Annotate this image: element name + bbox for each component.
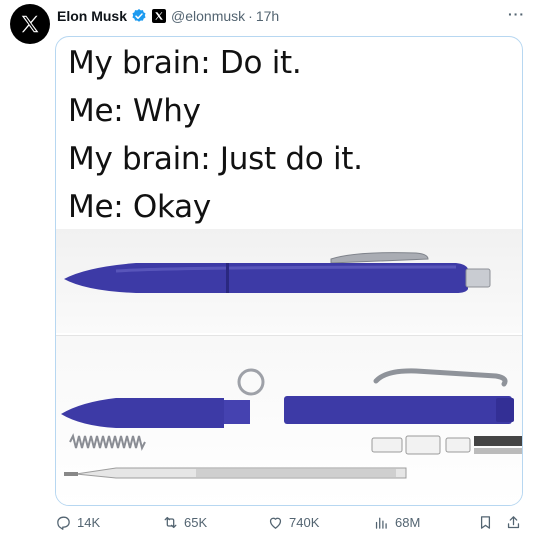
disassembled-pen-photo bbox=[56, 335, 522, 505]
meme-line-2: Me: Why bbox=[68, 93, 201, 129]
meme-line-1: My brain: Do it. bbox=[68, 45, 302, 81]
like-count: 740K bbox=[289, 515, 320, 530]
tweet-media-image[interactable]: My brain: Do it. Me: Why My brain: Just … bbox=[55, 36, 523, 506]
timestamp[interactable]: 17h bbox=[256, 8, 279, 24]
meme-caption: My brain: Do it. Me: Why My brain: Just … bbox=[68, 39, 363, 231]
repost-button[interactable]: 65K bbox=[162, 514, 207, 531]
views-button[interactable]: 68M bbox=[373, 514, 420, 531]
bookmark-button[interactable] bbox=[477, 514, 494, 531]
disassembled-pen-illustration bbox=[61, 368, 522, 479]
bookmark-icon bbox=[480, 516, 491, 529]
reply-count: 14K bbox=[77, 515, 101, 530]
views-icon bbox=[375, 517, 387, 529]
meme-line-3: My brain: Just do it. bbox=[68, 141, 363, 177]
verified-badge-icon bbox=[131, 8, 147, 24]
reply-icon bbox=[57, 516, 70, 530]
like-button[interactable]: 740K bbox=[267, 514, 319, 531]
reply-button[interactable]: 14K bbox=[55, 514, 100, 531]
tweet-action-bar: 14K 65K 740K 68M bbox=[55, 512, 525, 534]
tweet-header: Elon Musk @elonmusk · 17h bbox=[57, 6, 525, 26]
share-button[interactable] bbox=[505, 514, 522, 531]
meme-line-4: Me: Okay bbox=[68, 189, 211, 225]
repost-count: 65K bbox=[184, 515, 208, 530]
x-affiliate-badge-icon bbox=[152, 9, 167, 23]
heart-icon bbox=[269, 517, 282, 529]
author-name[interactable]: Elon Musk bbox=[57, 8, 127, 24]
assembled-pen-illustration bbox=[64, 252, 491, 293]
avatar[interactable] bbox=[10, 4, 50, 44]
share-icon bbox=[507, 516, 520, 529]
more-options-icon[interactable]: ··· bbox=[508, 6, 525, 22]
author-handle[interactable]: @elonmusk bbox=[171, 8, 245, 24]
x-logo-icon bbox=[21, 15, 39, 33]
separator-dot: · bbox=[248, 8, 253, 24]
view-count: 68M bbox=[395, 515, 421, 530]
repost-icon bbox=[164, 516, 177, 529]
assembled-pen-photo bbox=[56, 229, 522, 333]
